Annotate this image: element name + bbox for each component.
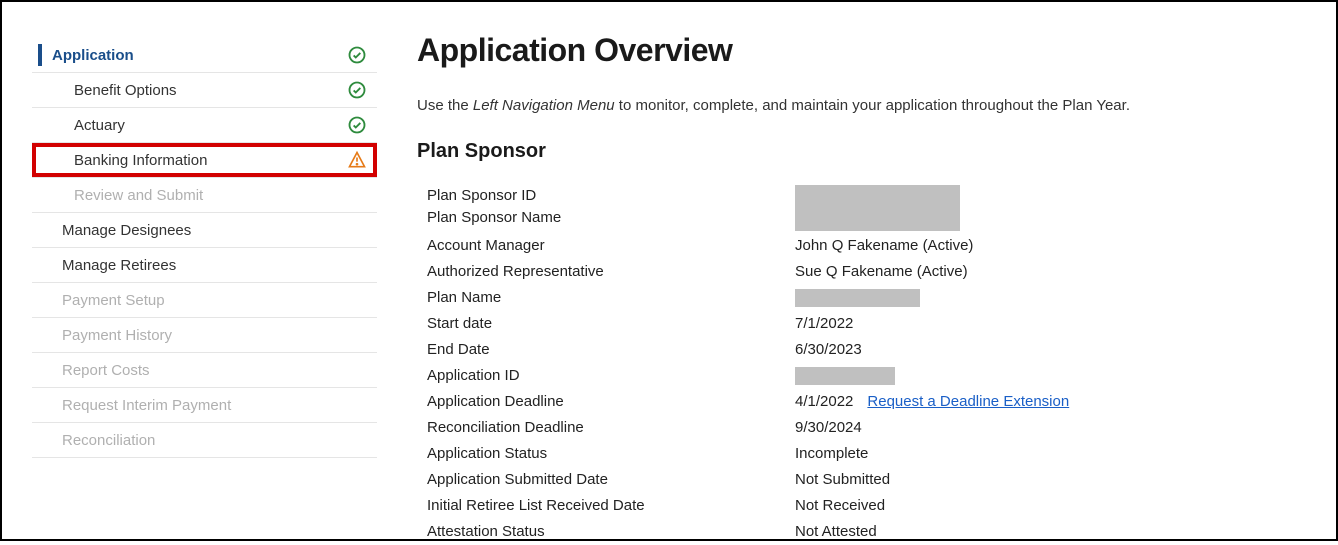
app-frame: Application Benefit Options Actuary Banking… — [0, 0, 1338, 541]
detail-value-text: 9/30/2024 — [795, 417, 862, 439]
detail-label: Initial Retiree List Received Date — [417, 495, 795, 517]
detail-row: Application StatusIncomplete — [417, 441, 1306, 467]
detail-row: Start date7/1/2022 — [417, 311, 1306, 337]
detail-row: Application ID — [417, 363, 1306, 389]
sidebar-item-manage-designees[interactable]: Manage Designees — [32, 213, 377, 248]
sidebar-item-manage-retirees[interactable]: Manage Retirees — [32, 248, 377, 283]
detail-value: 7/1/2022 — [795, 313, 1306, 335]
page-title: Application Overview — [417, 32, 1306, 69]
detail-value-text: Not Attested — [795, 521, 877, 543]
detail-label: Account Manager — [417, 235, 795, 257]
intro-post: to monitor, complete, and maintain your … — [615, 97, 1130, 114]
detail-label: Reconciliation Deadline — [417, 417, 795, 439]
sidebar-item-payment-history: Payment History — [32, 318, 377, 353]
detail-value-text: 7/1/2022 — [795, 313, 853, 335]
plan-sponsor-details: Plan Sponsor IDPlan Sponsor NameAccount … — [417, 183, 1306, 545]
detail-value-text: Sue Q Fakename (Active) — [795, 261, 968, 283]
detail-value: 4/1/2022 Request a Deadline Extension — [795, 391, 1306, 413]
detail-row: Application Submitted DateNot Submitted — [417, 467, 1306, 493]
sidebar-item-label: Payment Setup — [62, 292, 165, 309]
sidebar-item-label: Request Interim Payment — [62, 397, 231, 414]
detail-label: Authorized Representative — [417, 261, 795, 283]
sidebar-item-payment-setup: Payment Setup — [32, 283, 377, 318]
detail-row: Plan Name — [417, 285, 1306, 311]
detail-label: End Date — [417, 339, 795, 361]
detail-value-text: 6/30/2023 — [795, 339, 862, 361]
detail-row: Authorized RepresentativeSue Q Fakename … — [417, 259, 1306, 285]
detail-row: End Date6/30/2023 — [417, 337, 1306, 363]
detail-value: Sue Q Fakename (Active) — [795, 261, 1306, 283]
warning-triangle-icon — [347, 150, 367, 170]
intro-pre: Use the — [417, 97, 473, 114]
detail-label: Attestation Status — [417, 521, 795, 543]
sidebar-item-label: Report Costs — [62, 362, 150, 379]
sidebar-item-label: Reconciliation — [62, 432, 155, 449]
detail-label: Plan Name — [417, 287, 795, 309]
detail-value — [795, 365, 1306, 387]
detail-value — [795, 185, 1306, 231]
detail-value — [795, 287, 1306, 309]
detail-label: Application Status — [417, 443, 795, 465]
sidebar-item-label: Review and Submit — [74, 187, 203, 204]
detail-value: 6/30/2023 — [795, 339, 1306, 361]
detail-row: Application Deadline4/1/2022 Request a De… — [417, 389, 1306, 415]
check-circle-icon — [347, 115, 367, 135]
sidebar-item-benefit-options[interactable]: Benefit Options — [32, 73, 377, 108]
detail-row: Account ManagerJohn Q Fakename (Active) — [417, 233, 1306, 259]
detail-label: Application Submitted Date — [417, 469, 795, 491]
detail-value-text: Not Submitted — [795, 469, 890, 491]
detail-label: Application ID — [417, 365, 795, 387]
detail-value: 9/30/2024 — [795, 417, 1306, 439]
detail-label: Plan Sponsor IDPlan Sponsor Name — [417, 185, 795, 231]
sidebar-item-label: Actuary — [74, 117, 125, 134]
section-title-plan-sponsor: Plan Sponsor — [417, 140, 1306, 163]
sidebar-item-label: Manage Retirees — [62, 257, 176, 274]
detail-row: Reconciliation Deadline9/30/2024 — [417, 415, 1306, 441]
sidebar-item-label: Application — [52, 47, 134, 64]
request-deadline-extension-link[interactable]: Request a Deadline Extension — [867, 391, 1069, 413]
redacted-block — [795, 185, 960, 231]
detail-label: Start date — [417, 313, 795, 335]
check-circle-icon — [347, 80, 367, 100]
redacted-block — [795, 289, 920, 307]
sidebar-item-request-interim-payment: Request Interim Payment — [32, 388, 377, 423]
detail-label: Application Deadline — [417, 391, 795, 413]
redacted-block — [795, 367, 895, 385]
sidebar-item-banking-information[interactable]: Banking Information — [32, 143, 377, 178]
sidebar-item-label: Manage Designees — [62, 222, 191, 239]
sidebar-item-label: Payment History — [62, 327, 172, 344]
detail-value: John Q Fakename (Active) — [795, 235, 1306, 257]
detail-value-text: John Q Fakename (Active) — [795, 235, 973, 257]
detail-value: Not Submitted — [795, 469, 1306, 491]
detail-value: Not Received — [795, 495, 1306, 517]
sidebar-item-label: Benefit Options — [74, 82, 177, 99]
detail-row: Initial Retiree List Received DateNot Re… — [417, 493, 1306, 519]
sidebar-item-reconciliation: Reconciliation — [32, 423, 377, 458]
detail-value-text: 4/1/2022 — [795, 391, 853, 413]
check-circle-icon — [347, 45, 367, 65]
sidebar-item-review-and-submit: Review and Submit — [32, 178, 377, 213]
detail-value-text: Not Received — [795, 495, 885, 517]
sidebar-item-actuary[interactable]: Actuary — [32, 108, 377, 143]
intro-emphasis: Left Navigation Menu — [473, 97, 615, 114]
left-navigation-menu: Application Benefit Options Actuary Banking… — [32, 38, 377, 529]
intro-text: Use the Left Navigation Menu to monitor,… — [417, 97, 1306, 114]
detail-value: Not Attested — [795, 521, 1306, 543]
detail-row: Attestation StatusNot Attested — [417, 519, 1306, 545]
main-content: Application Overview Use the Left Naviga… — [417, 32, 1306, 529]
sidebar-item-label: Banking Information — [74, 152, 207, 169]
detail-row: Plan Sponsor IDPlan Sponsor Name — [417, 183, 1306, 233]
sidebar-item-report-costs: Report Costs — [32, 353, 377, 388]
sidebar-item-application[interactable]: Application — [32, 38, 377, 73]
detail-value: Incomplete — [795, 443, 1306, 465]
detail-value-text: Incomplete — [795, 443, 868, 465]
